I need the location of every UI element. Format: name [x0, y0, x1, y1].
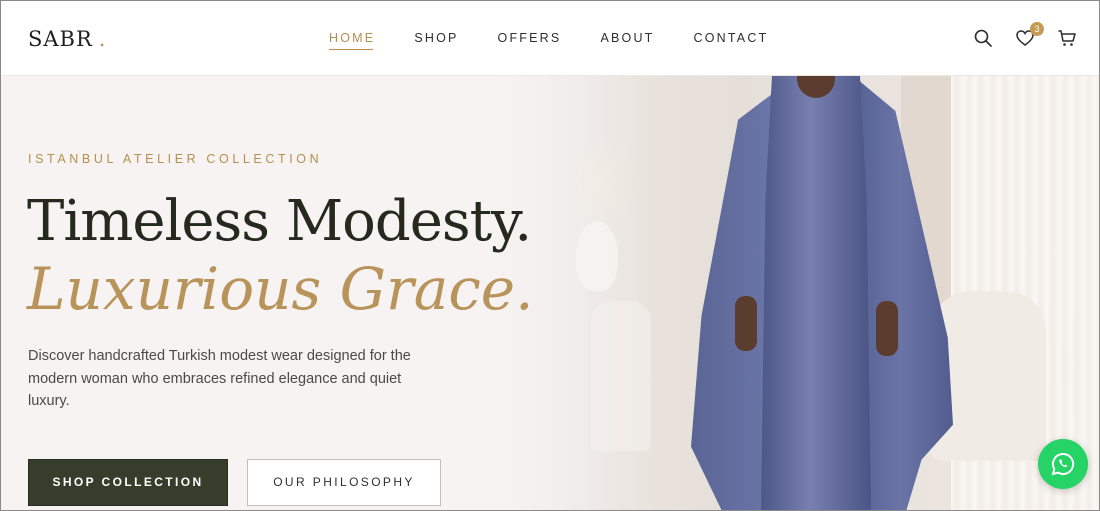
logo-text: SABR: [28, 27, 93, 51]
model-dress-body: [761, 76, 871, 510]
hero-title-line2: Luxurious Grace.: [27, 255, 534, 323]
cart-icon[interactable]: [1057, 28, 1077, 48]
nav-about[interactable]: ABOUT: [600, 31, 654, 50]
hero-title-line1: Timeless Modesty.: [27, 189, 532, 254]
our-philosophy-button[interactable]: OUR PHILOSOPHY: [247, 459, 441, 506]
header-actions: 3: [973, 22, 1077, 48]
nav-shop[interactable]: SHOP: [414, 31, 458, 50]
logo-dot: .: [98, 27, 107, 51]
heart-icon[interactable]: 3: [1015, 22, 1044, 48]
wishlist-count-badge: 3: [1030, 22, 1044, 36]
whatsapp-button[interactable]: [1038, 439, 1088, 489]
whatsapp-icon: [1051, 452, 1075, 476]
shop-collection-button[interactable]: SHOP COLLECTION: [28, 459, 228, 506]
nav-offers[interactable]: OFFERS: [498, 31, 562, 50]
logo[interactable]: SABR.: [28, 27, 106, 51]
hero-description: Discover handcrafted Turkish modest wear…: [28, 348, 411, 409]
search-icon[interactable]: [973, 28, 993, 48]
site-header: SABR. HOME SHOP OFFERS ABOUT CONTACT 3: [1, 1, 1099, 76]
page-frame: SABR. HOME SHOP OFFERS ABOUT CONTACT 3 I…: [0, 0, 1100, 511]
hero-eyebrow: ISTANBUL ATELIER COLLECTION: [28, 152, 323, 166]
nav-contact[interactable]: CONTACT: [694, 31, 769, 50]
main-nav: HOME SHOP OFFERS ABOUT CONTACT: [329, 31, 807, 50]
model-hand-left: [735, 296, 757, 351]
nav-home[interactable]: HOME: [329, 31, 375, 50]
model-hand-right: [876, 301, 898, 356]
